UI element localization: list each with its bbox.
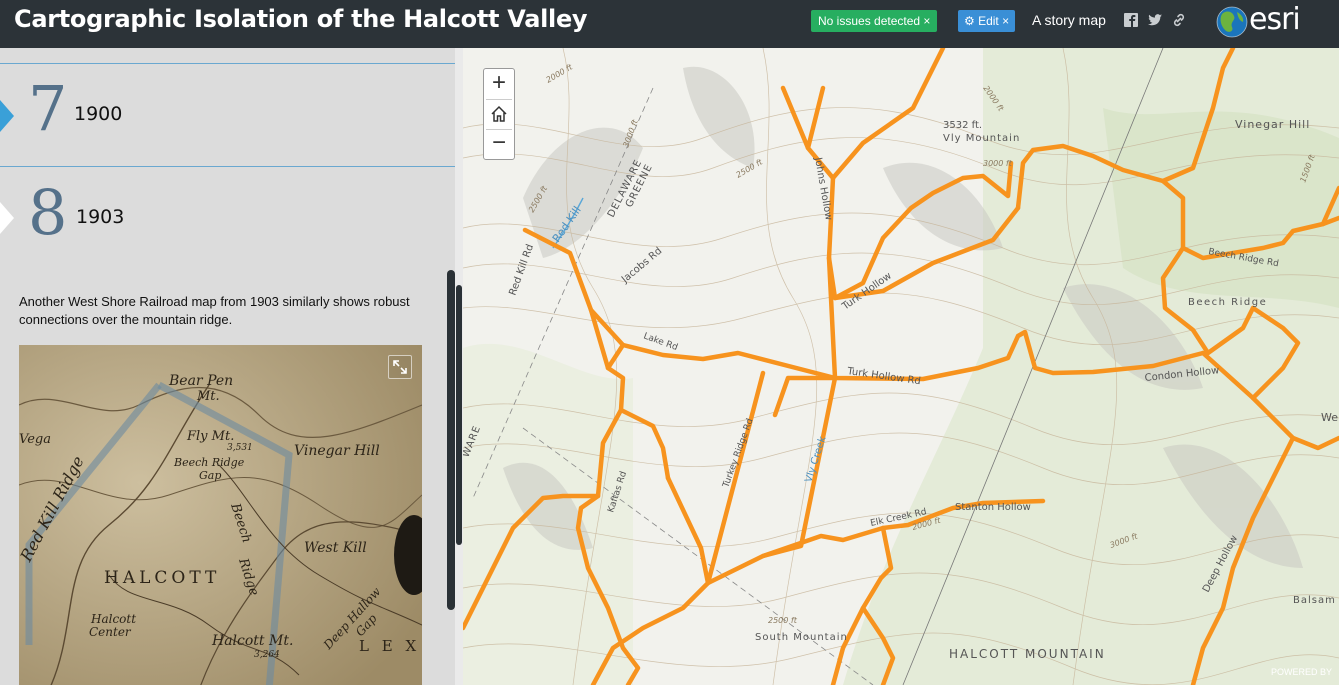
historic-map-label: Halcott bbox=[90, 612, 136, 626]
entry-year: 1903 bbox=[76, 206, 125, 228]
basemap-graphic: DELAWARE GREENE Red Kill Red Kill Rd Jac… bbox=[463, 48, 1339, 685]
story-map-label: A story map bbox=[1032, 12, 1106, 28]
entry-number: 7 bbox=[28, 72, 68, 145]
map-label: South Mountain bbox=[755, 632, 848, 643]
home-button[interactable] bbox=[484, 99, 514, 129]
zoom-control: + − bbox=[483, 68, 515, 160]
splitter-handle[interactable] bbox=[456, 285, 462, 545]
map-label: 2500 ft bbox=[768, 616, 798, 625]
map-view[interactable]: DELAWARE GREENE Red Kill Red Kill Rd Jac… bbox=[463, 48, 1339, 685]
historic-map-label: West Kill bbox=[304, 540, 367, 556]
historic-map-label: Beech Ridge bbox=[173, 456, 245, 469]
panel-scrollbar[interactable] bbox=[447, 270, 455, 610]
entry-year: 1900 bbox=[74, 103, 123, 125]
map-label: 3000 ft bbox=[983, 159, 1013, 168]
story-panel: 7 1900 8 1903 Another West Shore Railroa… bbox=[0, 48, 455, 685]
home-icon bbox=[491, 105, 507, 122]
historic-map-graphic: Bear Pen Mt. Fly Mt. 3,531 Beech Ridge G… bbox=[19, 345, 422, 685]
historic-map-label: 3,264 bbox=[254, 650, 280, 660]
map-label: We bbox=[1321, 411, 1338, 424]
historic-map-label: Gap bbox=[199, 469, 221, 482]
map-label: HALCOTT MOUNTAIN bbox=[949, 647, 1106, 661]
historic-map-label: Center bbox=[89, 625, 132, 639]
edit-button[interactable]: ⚙ Edit × bbox=[958, 10, 1016, 32]
esri-logo-text[interactable]: esri bbox=[1249, 2, 1301, 37]
historic-map-label: Fly Mt. bbox=[186, 429, 234, 444]
expand-icon bbox=[393, 360, 407, 374]
zoom-in-button[interactable]: + bbox=[484, 69, 514, 99]
historic-map-label: HALCOTT bbox=[104, 568, 220, 588]
historic-map-label: Vinegar Hill bbox=[294, 443, 380, 459]
story-title: Cartographic Isolation of the Halcott Va… bbox=[14, 5, 588, 33]
active-entry-arrow-icon bbox=[0, 100, 14, 132]
historic-map-label: Vega bbox=[19, 432, 51, 447]
historic-map-image[interactable]: Bear Pen Mt. Fly Mt. 3,531 Beech Ridge G… bbox=[19, 345, 422, 685]
historic-map-label: Mt. bbox=[196, 389, 220, 404]
map-label: Balsam Mountain bbox=[1293, 595, 1339, 606]
powered-by-label: POWERED BY bbox=[1271, 667, 1333, 677]
map-label: Vinegar Hill bbox=[1235, 118, 1310, 131]
historic-map-label: 3,531 bbox=[227, 443, 253, 453]
map-label: Stanton Hollow bbox=[955, 502, 1031, 513]
divider bbox=[0, 63, 455, 64]
expand-image-button[interactable] bbox=[388, 355, 412, 379]
entry-description: Another West Shore Railroad map from 190… bbox=[19, 294, 410, 327]
historic-map-label: L E X bbox=[359, 637, 420, 655]
historic-map-label: Halcott Mt. bbox=[211, 633, 293, 649]
historic-map-label: Bear Pen bbox=[168, 373, 233, 389]
map-label: Beech Ridge bbox=[1188, 297, 1267, 308]
twitter-icon[interactable] bbox=[1147, 12, 1163, 28]
zoom-out-button[interactable]: − bbox=[484, 129, 514, 159]
entry-arrow-icon bbox=[0, 202, 14, 234]
issues-badge[interactable]: No issues detected × bbox=[811, 10, 938, 32]
link-icon[interactable] bbox=[1171, 12, 1187, 28]
facebook-icon[interactable] bbox=[1123, 12, 1139, 28]
entry-number: 8 bbox=[28, 176, 68, 249]
top-bar: Cartographic Isolation of the Halcott Va… bbox=[0, 0, 1339, 48]
divider bbox=[0, 166, 455, 167]
map-label: Vly Mountain bbox=[943, 133, 1020, 144]
map-label: 3532 ft. bbox=[943, 120, 982, 131]
